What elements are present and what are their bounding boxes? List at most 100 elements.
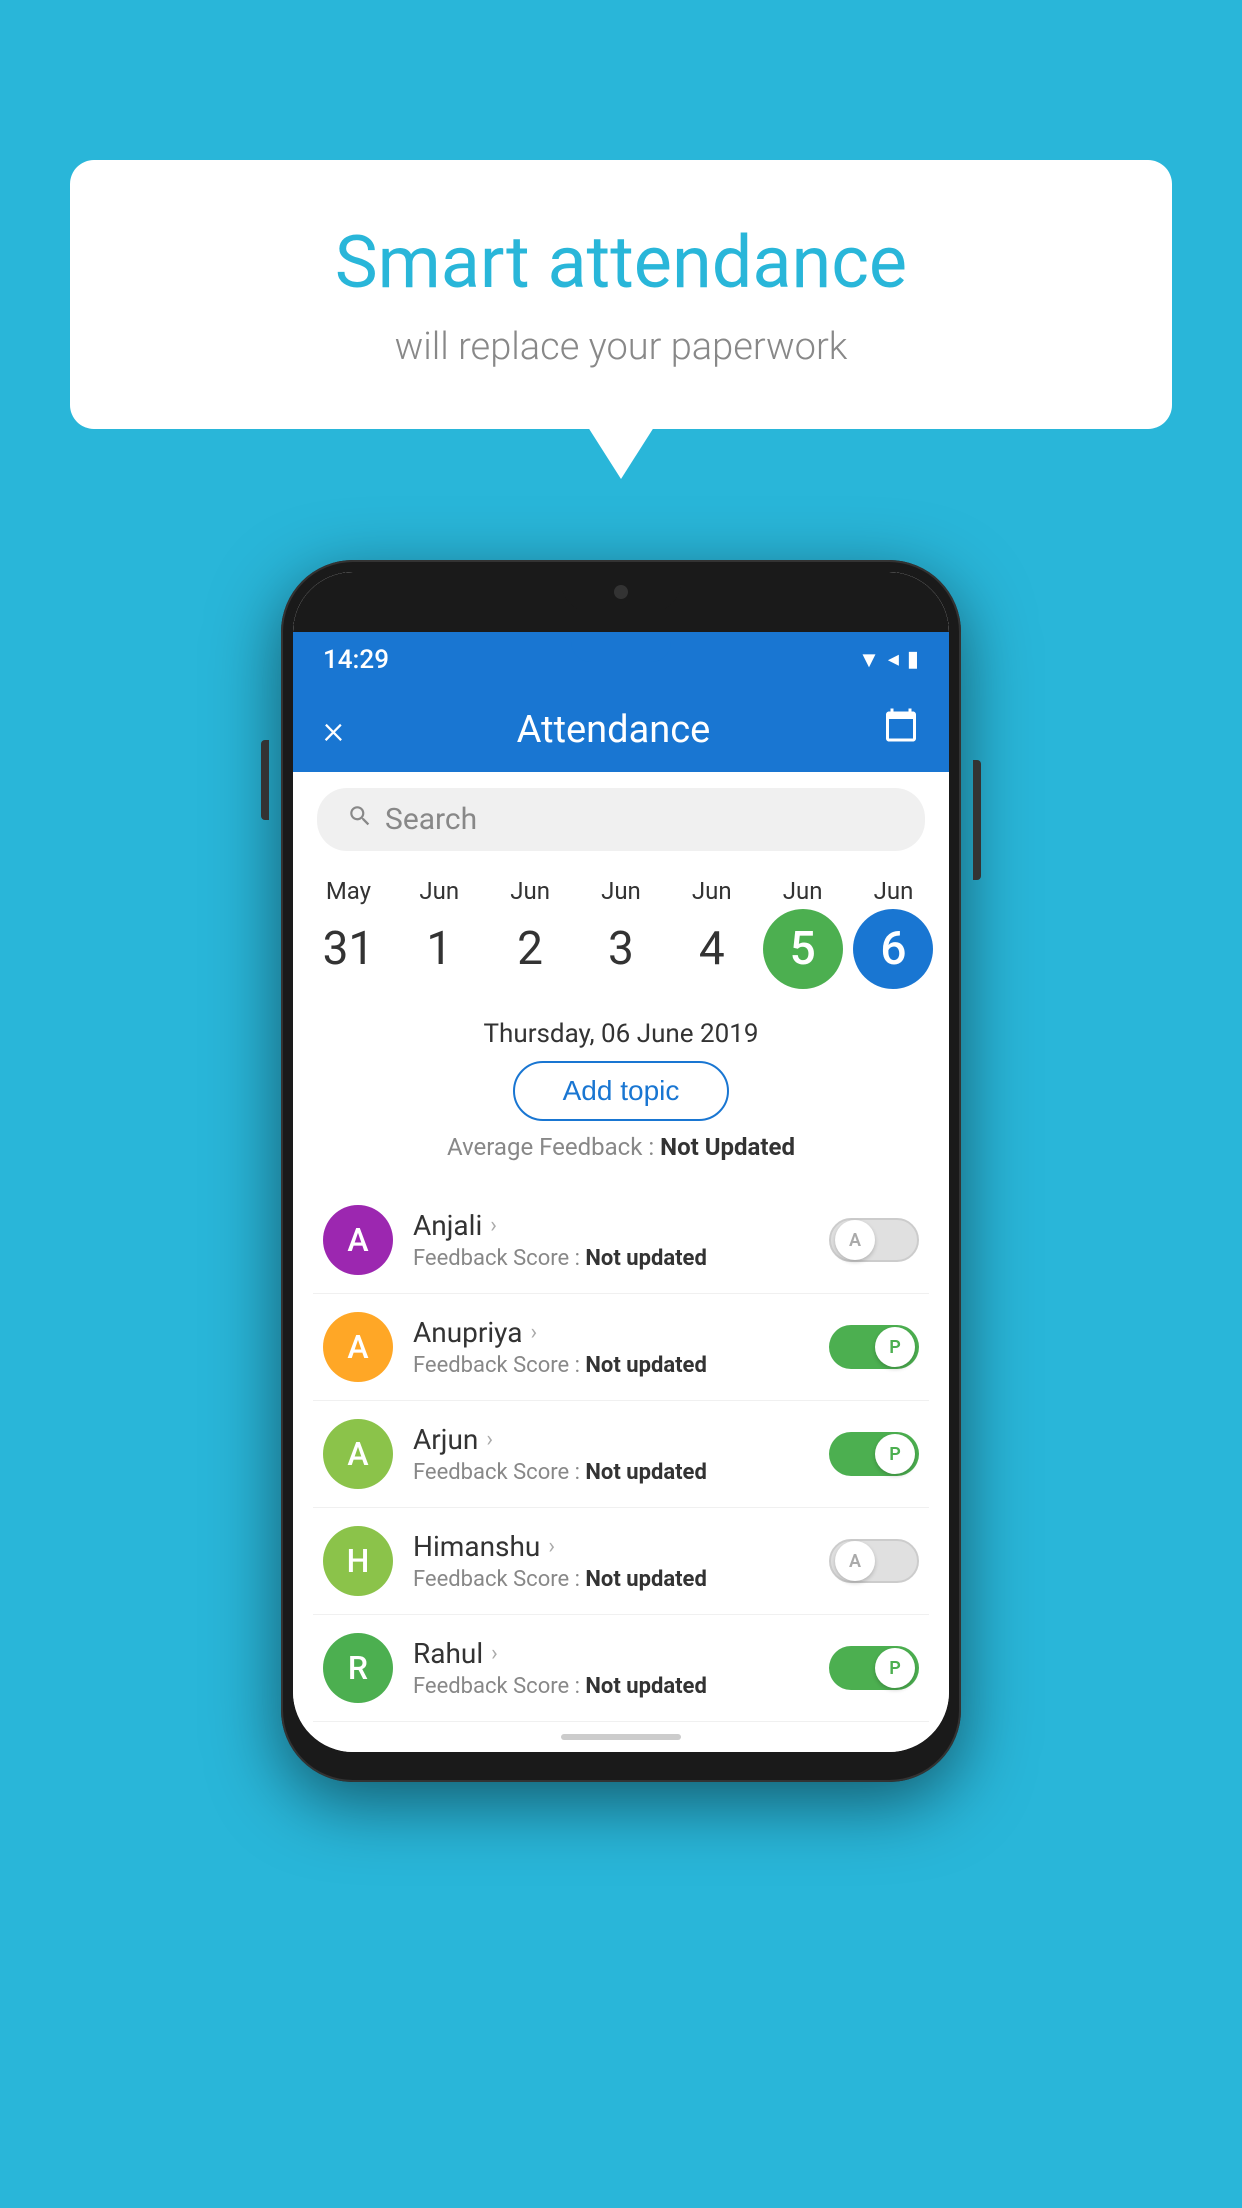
- battery-icon: ▮: [907, 647, 919, 672]
- student-info: Himanshu › Feedback Score : Not updated: [413, 1530, 809, 1592]
- attendance-toggle[interactable]: P: [829, 1432, 919, 1476]
- date-item[interactable]: Jun 4: [672, 877, 752, 989]
- status-bar: 14:29 ▼ ◂ ▮: [293, 632, 949, 687]
- date-item[interactable]: Jun 1: [399, 877, 479, 989]
- date-number: 1: [399, 909, 479, 989]
- student-avatar: A: [323, 1205, 393, 1275]
- student-avatar: A: [323, 1419, 393, 1489]
- calendar-icon[interactable]: [883, 707, 919, 752]
- toggle-knob: P: [875, 1648, 915, 1688]
- student-name[interactable]: Anjali ›: [413, 1209, 809, 1242]
- date-item[interactable]: Jun 6: [853, 877, 933, 989]
- attendance-toggle[interactable]: A: [829, 1218, 919, 1262]
- search-placeholder: Search: [385, 802, 477, 837]
- bubble-subtitle: will replace your paperwork: [150, 325, 1092, 369]
- date-item[interactable]: Jun 5: [763, 877, 843, 989]
- date-number: 4: [672, 909, 752, 989]
- student-item: A Anjali › Feedback Score : Not updated A: [313, 1187, 929, 1294]
- feedback-label: Average Feedback :: [447, 1133, 660, 1161]
- close-button[interactable]: ×: [323, 706, 344, 753]
- toolbar-title: Attendance: [517, 708, 711, 752]
- add-topic-button[interactable]: Add topic: [513, 1061, 730, 1121]
- date-number: 2: [490, 909, 570, 989]
- speech-bubble: Smart attendance will replace your paper…: [70, 160, 1172, 429]
- toggle-knob: P: [875, 1327, 915, 1367]
- student-item: A Anupriya › Feedback Score : Not updated P: [313, 1294, 929, 1401]
- attendance-toggle[interactable]: A: [829, 1539, 919, 1583]
- bottom-home-bar: [293, 1722, 949, 1752]
- toggle-switch[interactable]: P: [829, 1325, 919, 1369]
- status-icons: ▼ ◂ ▮: [858, 647, 919, 673]
- student-info: Rahul › Feedback Score : Not updated: [413, 1637, 809, 1699]
- attendance-toggle[interactable]: P: [829, 1646, 919, 1690]
- student-list: AAnjali ›Feedback Score : Not updatedAAA…: [293, 1187, 949, 1722]
- feedback-score: Feedback Score : Not updated: [413, 1460, 809, 1485]
- toggle-switch[interactable]: A: [829, 1539, 919, 1583]
- selected-date-info: Thursday, 06 June 2019 Add topic Average…: [293, 999, 949, 1187]
- date-number: 31: [308, 909, 388, 989]
- selected-date-text: Thursday, 06 June 2019: [293, 1019, 949, 1049]
- phone-notch: [561, 572, 681, 612]
- phone-screen: Search May 31 Jun 1 Jun 2 Jun 3 Jun 4 Jun 5 Jun 6 Thu…: [293, 772, 949, 1722]
- student-avatar: R: [323, 1633, 393, 1703]
- signal-icon: ◂: [888, 647, 899, 672]
- chevron-icon: ›: [490, 1213, 497, 1238]
- date-month: Jun: [601, 877, 641, 905]
- phone-frame: 14:29 ▼ ◂ ▮ × Attendance: [281, 560, 961, 1782]
- student-info: Arjun › Feedback Score : Not updated: [413, 1423, 809, 1485]
- camera-dot: [614, 585, 628, 599]
- date-month: Jun: [874, 877, 914, 905]
- attendance-toggle[interactable]: P: [829, 1325, 919, 1369]
- date-month: Jun: [692, 877, 732, 905]
- app-toolbar: × Attendance: [293, 687, 949, 772]
- date-month: May: [326, 877, 371, 905]
- notch-overlay-status: [571, 632, 671, 662]
- toggle-switch[interactable]: P: [829, 1432, 919, 1476]
- student-item: R Rahul › Feedback Score : Not updated P: [313, 1615, 929, 1722]
- student-name[interactable]: Anupriya ›: [413, 1316, 809, 1349]
- chevron-icon: ›: [491, 1641, 498, 1666]
- side-button-left: [261, 740, 269, 820]
- wifi-icon: ▼: [858, 647, 880, 673]
- toggle-switch[interactable]: A: [829, 1218, 919, 1262]
- student-name[interactable]: Arjun ›: [413, 1423, 809, 1456]
- date-month: Jun: [510, 877, 550, 905]
- student-item: A Arjun › Feedback Score : Not updated P: [313, 1401, 929, 1508]
- chevron-icon: ›: [530, 1320, 537, 1345]
- date-item[interactable]: May 31: [308, 877, 388, 989]
- date-month: Jun: [783, 877, 823, 905]
- date-item[interactable]: Jun 3: [581, 877, 661, 989]
- chevron-icon: ›: [486, 1427, 493, 1452]
- speech-bubble-container: Smart attendance will replace your paper…: [70, 160, 1172, 429]
- date-number: 5: [763, 909, 843, 989]
- feedback-score: Feedback Score : Not updated: [413, 1567, 809, 1592]
- student-info: Anjali › Feedback Score : Not updated: [413, 1209, 809, 1271]
- feedback-value: Not Updated: [660, 1133, 795, 1161]
- chevron-icon: ›: [548, 1534, 555, 1559]
- search-input-container[interactable]: Search: [317, 788, 925, 851]
- phone-inner: 14:29 ▼ ◂ ▮ × Attendance: [293, 572, 949, 1752]
- home-indicator: [561, 1734, 681, 1740]
- date-number: 3: [581, 909, 661, 989]
- feedback-score: Feedback Score : Not updated: [413, 1674, 809, 1699]
- date-picker: May 31 Jun 1 Jun 2 Jun 3 Jun 4 Jun 5 Jun 6: [293, 877, 949, 999]
- student-name[interactable]: Himanshu ›: [413, 1530, 809, 1563]
- date-item[interactable]: Jun 2: [490, 877, 570, 989]
- side-button-right: [973, 760, 981, 880]
- date-number: 6: [853, 909, 933, 989]
- status-time: 14:29: [323, 645, 389, 675]
- toggle-knob: A: [835, 1220, 875, 1260]
- feedback-score: Feedback Score : Not updated: [413, 1246, 809, 1271]
- student-avatar: H: [323, 1526, 393, 1596]
- student-avatar: A: [323, 1312, 393, 1382]
- phone-notch-bar: [293, 572, 949, 632]
- student-info: Anupriya › Feedback Score : Not updated: [413, 1316, 809, 1378]
- feedback-score: Feedback Score : Not updated: [413, 1353, 809, 1378]
- student-name[interactable]: Rahul ›: [413, 1637, 809, 1670]
- search-icon: [347, 803, 373, 836]
- toggle-switch[interactable]: P: [829, 1646, 919, 1690]
- search-bar: Search: [293, 772, 949, 867]
- student-item: H Himanshu › Feedback Score : Not updated A: [313, 1508, 929, 1615]
- average-feedback: Average Feedback : Not Updated: [293, 1133, 949, 1161]
- date-month: Jun: [419, 877, 459, 905]
